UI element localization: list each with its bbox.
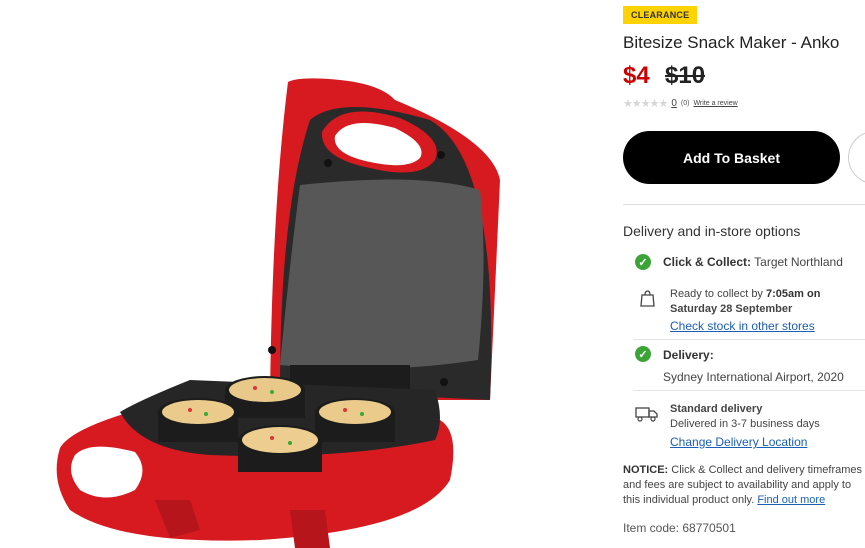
write-review-link[interactable]: Write a review — [693, 100, 737, 107]
ready-to-collect-line: Ready to collect by 7:05am on — [670, 288, 820, 300]
wishlist-button[interactable] — [848, 131, 865, 184]
rating-row: ★★★★★ 0 (0) Write a review — [623, 97, 738, 110]
product-title: Bitesize Snack Maker - Anko — [623, 33, 840, 52]
delivery-heading: Delivery and in-store options — [623, 223, 801, 239]
change-delivery-location-link[interactable]: Change Delivery Location — [670, 435, 807, 449]
ready-day: Saturday 28 September — [670, 303, 793, 315]
standard-delivery-days: Delivered in 3-7 business days — [670, 418, 820, 430]
review-count: (0) — [680, 100, 690, 107]
standard-delivery-label: Standard delivery — [670, 403, 763, 415]
click-collect-row: Click & Collect: Target Northland — [663, 255, 843, 269]
ready-prefix: Ready to collect by — [670, 288, 763, 300]
delivery-label: Delivery: — [663, 348, 714, 362]
check-stock-link[interactable]: Check stock in other stores — [670, 319, 815, 333]
original-price: $10 — [665, 62, 706, 89]
check-icon: ✓ — [635, 346, 651, 362]
item-code: Item code: 68770501 — [623, 521, 736, 535]
divider — [623, 204, 865, 205]
notice-text: NOTICE: Click & Collect and delivery tim… — [623, 463, 865, 508]
star-rating-icon: ★★★★★ — [623, 98, 668, 110]
review-count-link[interactable]: 0 — [671, 98, 677, 109]
divider — [633, 339, 865, 340]
click-collect-label: Click & Collect: — [663, 255, 752, 269]
sale-price: $4 — [623, 62, 650, 89]
check-icon: ✓ — [635, 254, 651, 270]
add-to-basket-button[interactable]: Add To Basket — [623, 131, 840, 184]
ready-time: 7:05am on — [766, 288, 821, 300]
delivery-location: Sydney International Airport, 2020 — [663, 370, 844, 384]
divider — [633, 390, 865, 391]
click-collect-store: Target Northland — [754, 255, 843, 269]
find-out-more-link[interactable]: Find out more — [757, 494, 825, 506]
clearance-badge: CLEARANCE — [623, 6, 698, 24]
truck-icon — [635, 407, 658, 422]
notice-label: NOTICE: — [623, 464, 669, 476]
product-image — [56, 78, 500, 548]
shopping-bag-icon — [640, 290, 655, 307]
